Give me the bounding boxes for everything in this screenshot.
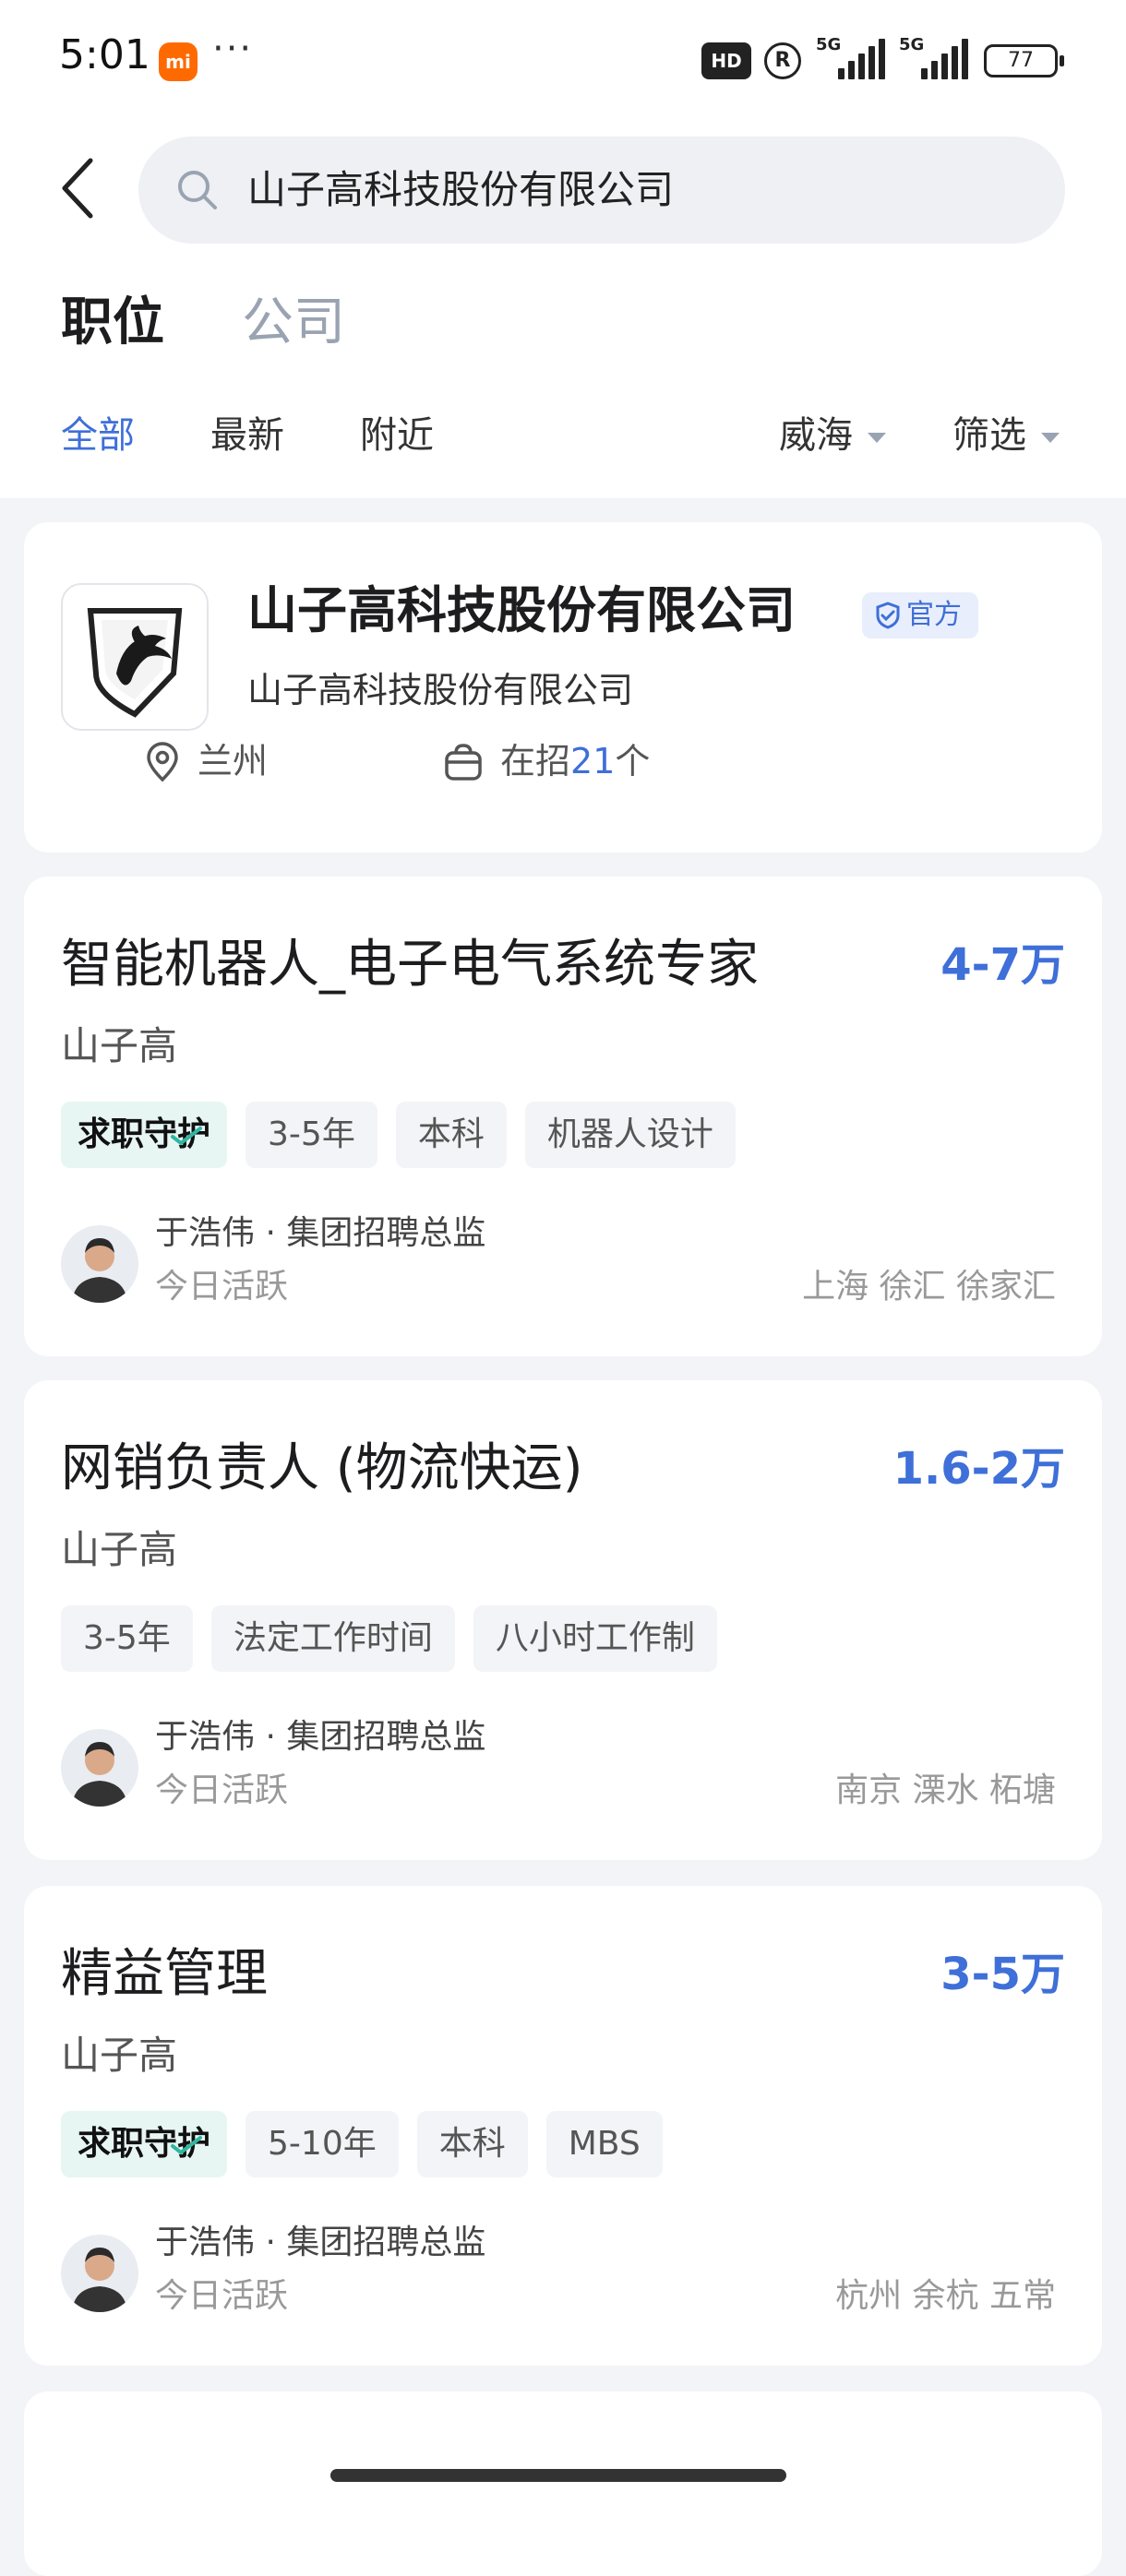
tab-positions[interactable]: 职位	[61, 288, 164, 358]
caret-down-icon	[1041, 432, 1060, 443]
recruiter-active-status: 今日活跃	[155, 2277, 289, 2315]
company-card[interactable]: 山子高科技股份有限公司 官方 山子高科技股份有限公司 兰州 在招21个	[24, 522, 1102, 853]
job-title: 智能机器人_电子电气系统专家	[61, 935, 759, 995]
job-tag: 机器人设计	[524, 1102, 736, 1168]
shield-check-icon	[876, 602, 900, 629]
bag-icon	[445, 744, 482, 781]
job-card[interactable]: 网销负责人 (物流快运) 1.6-2万 山子高 3-5年 法定工作时间 八小时工…	[24, 1380, 1102, 1860]
tab-companies[interactable]: 公司	[242, 288, 345, 358]
hiring-suffix: 个	[615, 741, 651, 781]
mi-app-icon: mi	[159, 42, 198, 81]
job-tag: MBS	[545, 2111, 663, 2177]
home-indicator[interactable]	[330, 2469, 786, 2482]
recruiter-avatar	[61, 1225, 138, 1303]
job-salary: 1.6-2万	[892, 1443, 1065, 1495]
city-label: 威海	[779, 414, 853, 457]
job-card[interactable]: 精益管理 3-5万 山子高 求职守护 5-10年 本科 MBS 于浩伟 · 集团…	[24, 1886, 1102, 2366]
job-tag: 本科	[416, 2111, 528, 2177]
job-location: 上海 徐汇 徐家汇	[802, 1268, 1056, 1306]
job-tags: 求职守护 5-10年 本科 MBS	[61, 2111, 663, 2177]
job-salary: 3-5万	[940, 1949, 1065, 2000]
company-name: 山子高科技股份有限公司	[247, 581, 796, 639]
hiring-count: 21	[570, 741, 616, 781]
caret-down-icon	[868, 432, 886, 443]
recruiter-name: 于浩伟 · 集团招聘总监	[155, 2224, 486, 2261]
job-location: 南京 溧水 柘塘	[835, 1771, 1056, 1809]
filter-dropdown[interactable]: 筛选	[952, 411, 1060, 459]
filter-latest[interactable]: 最新	[210, 411, 284, 459]
recruiter-avatar	[61, 2235, 138, 2312]
recruiter-name: 于浩伟 · 集团招聘总监	[155, 1718, 486, 1756]
search-icon	[178, 171, 217, 209]
location-pin-icon	[147, 742, 178, 782]
signal-icon: 5G	[816, 35, 890, 79]
company-logo	[61, 583, 209, 731]
signal-icon: 5G	[899, 35, 973, 79]
job-tag: 3-5年	[246, 1102, 377, 1168]
search-query: 山子高科技股份有限公司	[247, 167, 675, 212]
search-input[interactable]: 山子高科技股份有限公司	[138, 137, 1065, 244]
recruiter-active-status: 今日活跃	[155, 1268, 289, 1306]
filter-label: 筛选	[952, 414, 1026, 457]
hiring-prefix: 在招	[500, 741, 571, 781]
job-tag: 本科	[395, 1102, 507, 1168]
status-bar: 5:01 mi ··· HD R 5G 5G 77	[0, 0, 1126, 120]
job-company: 山子高	[61, 2033, 178, 2078]
registered-icon: R	[764, 42, 801, 79]
job-company: 山子高	[61, 1023, 178, 1068]
job-tags: 3-5年 法定工作时间 八小时工作制	[61, 1605, 717, 1672]
job-card[interactable]: 智能机器人_电子电气系统专家 4-7万 山子高 求职守护 3-5年 本科 机器人…	[24, 877, 1102, 1356]
status-time: 5:01	[59, 31, 150, 78]
company-location: 兰州	[144, 736, 268, 786]
company-hiring: 在招21个	[443, 736, 650, 786]
recruiter-name: 于浩伟 · 集团招聘总监	[155, 1214, 486, 1252]
official-badge: 官方	[862, 592, 978, 638]
job-tag: 法定工作时间	[210, 1605, 455, 1672]
job-title: 精益管理	[61, 1944, 268, 2004]
check-icon	[171, 2136, 202, 2155]
chevron-left-icon	[62, 158, 93, 219]
job-tags: 求职守护 3-5年 本科 机器人设计	[61, 1102, 736, 1168]
filter-all[interactable]: 全部	[61, 411, 135, 459]
job-title: 网销负责人 (物流快运)	[61, 1438, 583, 1498]
filter-nearby[interactable]: 附近	[360, 411, 434, 459]
official-label: 官方	[906, 599, 962, 631]
recruiter-avatar	[61, 1729, 138, 1807]
location-label: 兰州	[198, 741, 269, 781]
job-tag: 八小时工作制	[473, 1605, 717, 1672]
job-location: 杭州 余杭 五常	[835, 2277, 1056, 2315]
battery-icon: 77	[984, 44, 1064, 78]
job-tag: 5-10年	[246, 2111, 399, 2177]
job-company: 山子高	[61, 1527, 178, 1572]
guard-tag: 求职守护	[61, 2111, 228, 2177]
city-dropdown[interactable]: 威海	[779, 411, 886, 459]
hd-voice-icon: HD	[701, 42, 751, 79]
job-card[interactable]	[24, 2391, 1102, 2576]
job-salary: 4-7万	[940, 939, 1065, 991]
job-tag: 3-5年	[61, 1605, 193, 1672]
company-fullname: 山子高科技股份有限公司	[247, 670, 634, 710]
check-icon	[171, 1127, 202, 1146]
recruiter-active-status: 今日活跃	[155, 1771, 289, 1809]
guard-tag: 求职守护	[61, 1102, 228, 1168]
back-button[interactable]	[54, 155, 109, 221]
more-notifications-icon: ···	[212, 28, 254, 70]
